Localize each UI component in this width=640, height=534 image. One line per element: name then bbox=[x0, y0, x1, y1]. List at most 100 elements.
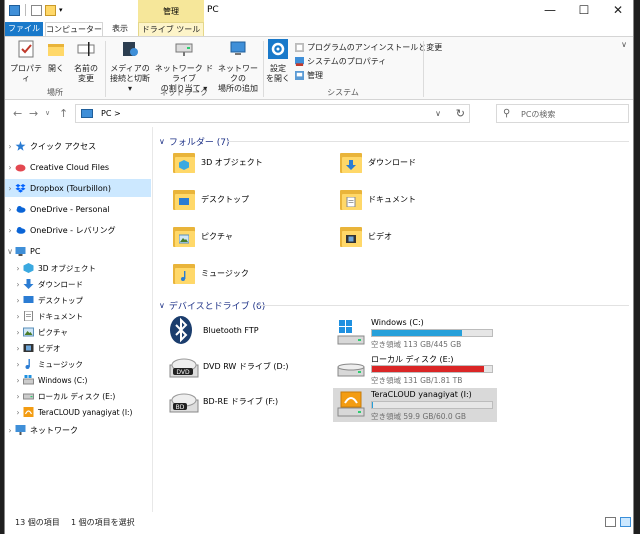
properties-button[interactable]: プロパティ bbox=[9, 39, 43, 84]
nav-item-onedrive-personal[interactable]: › OneDrive - Personal bbox=[5, 200, 151, 218]
ribbon-separator bbox=[423, 41, 424, 97]
windows-drive-icon bbox=[337, 320, 365, 345]
windows-drive-icon bbox=[23, 375, 34, 385]
system-group-label: システム bbox=[327, 88, 359, 97]
ribbon-collapse-icon[interactable]: ∨ bbox=[621, 40, 627, 49]
tab-view[interactable]: 表示 bbox=[103, 22, 137, 36]
device-bd-drive[interactable]: BD BD-RE ドライブ (F:) bbox=[169, 386, 278, 416]
videos-icon bbox=[346, 235, 356, 243]
back-arrow-icon[interactable]: ← bbox=[13, 107, 22, 120]
maximize-button[interactable]: ☐ bbox=[567, 0, 601, 22]
device-bluetooth-ftp[interactable]: Bluetooth FTP bbox=[169, 315, 259, 345]
nav-label: OneDrive - レバリング bbox=[30, 225, 116, 235]
add-network-location-button[interactable]: ネットワークの 場所の追加 bbox=[215, 39, 261, 94]
drives-section-header[interactable]: ∨ デバイスとドライブ (6) bbox=[159, 299, 265, 312]
folders-section-header[interactable]: ∨ フォルダー (7) bbox=[159, 135, 229, 148]
collapse-chevron-icon[interactable]: ∨ bbox=[159, 301, 165, 310]
folder-desktop[interactable]: デスクトップ bbox=[173, 186, 249, 212]
search-box[interactable]: ⚲ PCの検索 bbox=[496, 104, 629, 123]
nav-item-quick-access[interactable]: › クイック アクセス bbox=[5, 137, 151, 155]
collapse-chevron-icon[interactable]: ∨ bbox=[5, 247, 15, 256]
expand-chevron-icon[interactable]: › bbox=[13, 376, 23, 385]
expand-chevron-icon[interactable]: › bbox=[13, 408, 23, 417]
minimize-button[interactable]: — bbox=[533, 0, 567, 22]
folder-pictures[interactable]: ピクチャ bbox=[173, 223, 233, 249]
rename-label-line2: 変更 bbox=[78, 74, 94, 83]
drive-tile-c[interactable]: Windows (C:) 空き領域 113 GB/445 GB bbox=[333, 316, 497, 350]
desktop-icon bbox=[23, 296, 34, 303]
drive-free-space: 空き領域 113 GB/445 GB bbox=[371, 340, 462, 349]
expand-chevron-icon[interactable]: › bbox=[13, 344, 23, 353]
content-pane[interactable]: ∨ フォルダー (7) 3D オブジェクト ダウンロード デスクトップ ドキュメ… bbox=[155, 127, 633, 512]
map-network-drive-button[interactable]: ネットワーク ドライブ の割り当て ▾ bbox=[153, 39, 215, 94]
address-row: ← → ∨ ↑ PC > ∨ ↻ ⚲ PCの検索 bbox=[5, 101, 633, 126]
recent-locations-chevron-icon[interactable]: ∨ bbox=[45, 109, 50, 117]
collapse-chevron-icon[interactable]: ∨ bbox=[159, 137, 165, 146]
nav-item-teracloud[interactable]: › TeraCLOUD yanagiyat (I:) bbox=[5, 403, 151, 421]
expand-chevron-icon[interactable]: › bbox=[5, 184, 15, 193]
expand-chevron-icon[interactable]: › bbox=[13, 280, 23, 289]
open-button[interactable]: 開く bbox=[45, 39, 67, 74]
address-dropdown-icon[interactable]: ∨ bbox=[435, 109, 441, 118]
system-properties-button[interactable]: システムのプロパティ bbox=[295, 56, 386, 67]
forward-arrow-icon[interactable]: → bbox=[29, 107, 38, 120]
bd-badge: BD bbox=[176, 404, 185, 411]
folder-icon bbox=[173, 260, 195, 286]
nav-item-onedrive-business[interactable]: › OneDrive - レバリング bbox=[5, 221, 151, 239]
expand-chevron-icon[interactable]: › bbox=[13, 328, 23, 337]
nav-item-pc[interactable]: ∨ PC bbox=[5, 242, 151, 260]
drive-tile-teracloud[interactable]: TeraCLOUD yanagiyat (I:) 空き領域 59.9 GB/60… bbox=[333, 388, 497, 422]
refresh-icon[interactable]: ↻ bbox=[456, 107, 465, 120]
up-arrow-icon[interactable]: ↑ bbox=[59, 107, 68, 120]
expand-chevron-icon[interactable]: › bbox=[5, 226, 15, 235]
nav-label: Dropbox (Tourbillon) bbox=[30, 183, 111, 193]
tiles-view-icon[interactable] bbox=[620, 517, 631, 527]
uninstall-programs-button[interactable]: プログラムのアンインストールと変更 bbox=[295, 42, 442, 53]
dropbox-icon bbox=[15, 184, 26, 193]
folder-downloads[interactable]: ダウンロード bbox=[340, 149, 416, 175]
expand-chevron-icon[interactable]: › bbox=[5, 142, 15, 151]
manage-button[interactable]: 管理 bbox=[295, 70, 323, 81]
nav-item-creative-cloud[interactable]: › Creative Cloud Files bbox=[5, 158, 151, 176]
expand-chevron-icon[interactable]: › bbox=[13, 360, 23, 369]
expand-chevron-icon[interactable]: › bbox=[13, 312, 23, 321]
expand-chevron-icon[interactable]: › bbox=[13, 264, 23, 273]
bd-drive-icon: BD bbox=[169, 393, 199, 413]
media-label-line1: メディアの bbox=[110, 64, 150, 73]
device-dvd-drive[interactable]: DVD DVD RW ドライブ (D:) bbox=[169, 351, 289, 381]
new-folder-icon[interactable] bbox=[45, 4, 56, 16]
expand-chevron-icon[interactable]: › bbox=[5, 163, 15, 172]
qat-dropdown-icon[interactable]: ▾ bbox=[59, 6, 63, 14]
breadcrumb[interactable]: PC > bbox=[101, 109, 121, 118]
drive-tile-e[interactable]: ローカル ディスク (E:) 空き領域 131 GB/1.81 TB bbox=[333, 352, 497, 386]
expand-chevron-icon[interactable]: › bbox=[13, 296, 23, 305]
media-connect-button[interactable]: メディアの 接続と切断 ▾ bbox=[107, 39, 153, 94]
folder-3d-objects[interactable]: 3D オブジェクト bbox=[173, 149, 263, 175]
details-view-icon[interactable] bbox=[605, 517, 616, 527]
nav-item-dropbox[interactable]: › Dropbox (Tourbillon) bbox=[5, 179, 151, 197]
expand-chevron-icon[interactable]: › bbox=[5, 205, 15, 214]
properties-check-icon[interactable] bbox=[31, 4, 42, 16]
nav-label: ローカル ディスク (E:) bbox=[38, 391, 116, 401]
folder-documents[interactable]: ドキュメント bbox=[340, 186, 416, 212]
tab-file[interactable]: ファイル bbox=[5, 22, 43, 36]
folder-videos[interactable]: ビデオ bbox=[340, 223, 392, 249]
expand-chevron-icon[interactable]: › bbox=[13, 392, 23, 401]
tab-computer[interactable]: コンピューター bbox=[45, 22, 103, 36]
drive-free-space: 空き領域 59.9 GB/60.0 GB bbox=[371, 412, 466, 421]
dvd-badge: DVD bbox=[176, 369, 190, 376]
location-group-label: 場所 bbox=[47, 88, 63, 97]
videos-icon bbox=[23, 344, 34, 352]
expand-chevron-icon[interactable]: › bbox=[5, 426, 15, 435]
folder-music[interactable]: ミュージック bbox=[173, 260, 249, 286]
selected-count: 1 個の項目を選択 bbox=[71, 518, 135, 527]
close-button[interactable]: ✕ bbox=[601, 0, 633, 22]
system-properties-label: システムのプロパティ bbox=[307, 57, 387, 66]
uninstall-label: プログラムのアンインストールと変更 bbox=[307, 43, 443, 52]
search-placeholder[interactable]: PCの検索 bbox=[521, 109, 555, 120]
open-settings-button[interactable]: 設定 を開く bbox=[265, 39, 291, 84]
navigation-pane[interactable]: › クイック アクセス › Creative Cloud Files › Dro… bbox=[5, 127, 153, 512]
nav-item-network[interactable]: › ネットワーク bbox=[5, 421, 151, 439]
rename-button[interactable]: 名前の 変更 bbox=[71, 39, 101, 84]
address-bar[interactable]: PC > ∨ ↻ bbox=[75, 104, 470, 123]
